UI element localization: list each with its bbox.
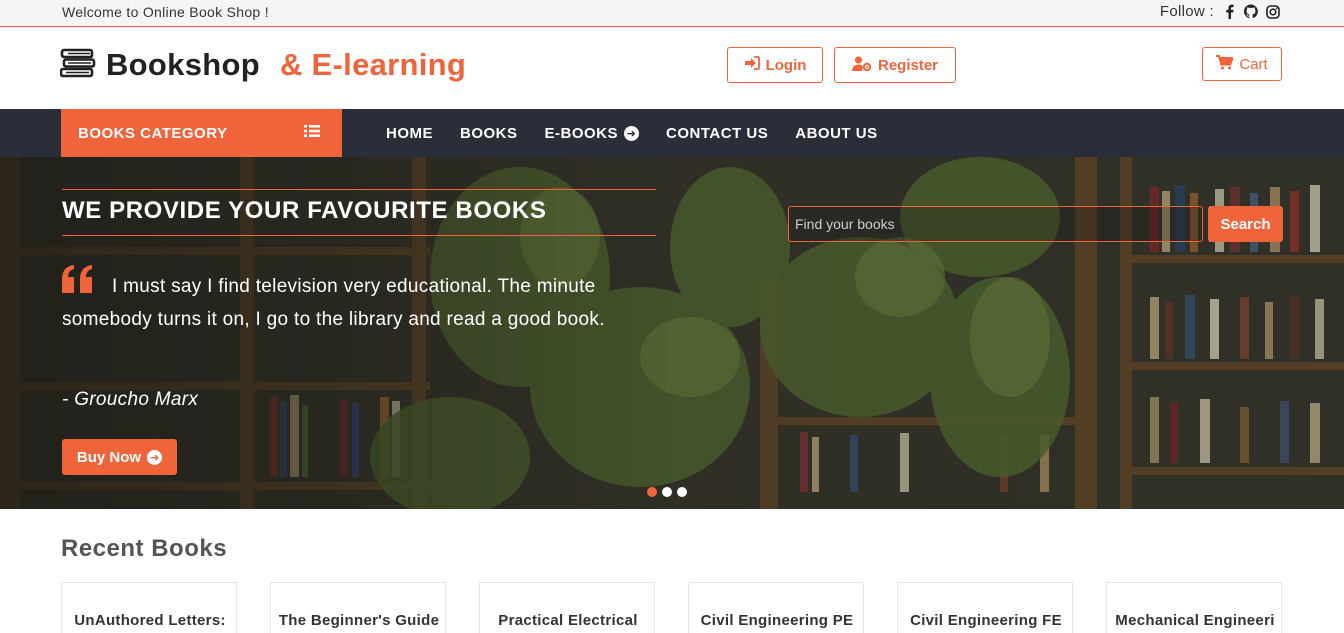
book-card-title[interactable]: Civil Engineering PE	[689, 612, 863, 629]
sign-in-icon	[744, 56, 760, 74]
brand-accent: & E-learning	[279, 47, 467, 82]
top-bar: Welcome to Online Book Shop ! Follow :	[0, 0, 1344, 27]
book-card[interactable]: UnAuthored Letters:	[61, 582, 237, 633]
register-button[interactable]: Register	[834, 47, 956, 83]
login-button[interactable]: Login	[727, 47, 823, 83]
book-card-title[interactable]: Mechanical Engineeri	[1107, 612, 1281, 629]
login-label: Login	[765, 56, 807, 74]
github-icon[interactable]	[1244, 4, 1258, 19]
books-stack-icon	[59, 48, 96, 83]
buy-now-button[interactable]: Buy Now ➜	[62, 439, 177, 475]
arrow-circle-right-icon: ➜	[624, 125, 640, 141]
nav-item-about-us[interactable]: ABOUT US	[795, 125, 877, 142]
book-card[interactable]: Practical Electrical	[479, 582, 655, 633]
slider-dot-3[interactable]	[677, 487, 687, 497]
welcome-text: Welcome to Online Book Shop !	[62, 4, 269, 20]
nav-item-contact-us[interactable]: CONTACT US	[666, 125, 768, 142]
site-logo[interactable]: Bookshop & E-learning	[59, 47, 467, 83]
cart-button[interactable]: Cart	[1202, 47, 1282, 81]
book-card-title[interactable]: UnAuthored Letters:	[62, 612, 236, 629]
hero-title-top-rule	[62, 189, 656, 190]
book-card[interactable]: Mechanical Engineeri	[1106, 582, 1282, 633]
hero-title: WE PROVIDE YOUR FAVOURITE BOOKS	[62, 197, 547, 224]
instagram-icon[interactable]	[1266, 4, 1280, 19]
nav-item-ebooks-label: E-BOOKS	[544, 124, 619, 142]
book-card[interactable]: Civil Engineering FE	[897, 582, 1073, 633]
nav-item-home[interactable]: HOME	[386, 125, 433, 142]
category-label: BOOKS CATEGORY	[78, 124, 228, 142]
facebook-icon[interactable]	[1222, 4, 1236, 19]
nav-menu: HOME BOOKS E-BOOKS ➜ CONTACT US ABOUT US	[386, 109, 878, 157]
site-header: Bookshop & E-learning Login Register Car…	[0, 27, 1344, 109]
cart-label: Cart	[1239, 55, 1268, 73]
buy-now-label: Buy Now	[76, 448, 142, 466]
hero-slider: WE PROVIDE YOUR FAVOURITE BOOKS I must s…	[0, 157, 1344, 509]
list-icon	[304, 124, 320, 138]
arrow-circle-right-icon: ➜	[147, 449, 163, 465]
main-navigation: BOOKS CATEGORY HOME BOOKS E-BOOKS ➜ CONT…	[0, 109, 1344, 157]
book-card[interactable]: Civil Engineering PE	[688, 582, 864, 633]
recent-books-list: UnAuthored Letters: The Beginner's Guide…	[61, 582, 1283, 633]
follow-section: Follow :	[1160, 3, 1280, 20]
follow-label: Follow :	[1159, 3, 1214, 20]
slider-dot-2[interactable]	[662, 487, 672, 497]
shopping-cart-icon	[1216, 54, 1235, 74]
slider-indicators	[647, 487, 687, 497]
recent-books-heading: Recent Books	[61, 535, 228, 562]
book-card-title[interactable]: Practical Electrical	[480, 612, 654, 629]
nav-item-ebooks[interactable]: E-BOOKS ➜	[545, 125, 640, 142]
book-card-title[interactable]: Civil Engineering FE	[898, 612, 1072, 629]
brand-name: Bookshop	[106, 47, 260, 82]
user-cog-icon	[851, 55, 872, 75]
nav-item-books[interactable]: BOOKS	[460, 125, 518, 142]
hero-quote: I must say I find television very educat…	[62, 276, 605, 330]
book-card[interactable]: The Beginner's Guide	[270, 582, 446, 633]
register-label: Register	[877, 56, 939, 74]
books-category-dropdown[interactable]: BOOKS CATEGORY	[61, 109, 342, 157]
slider-dot-1[interactable]	[647, 487, 657, 497]
book-card-title[interactable]: The Beginner's Guide	[271, 612, 445, 629]
search-button[interactable]: Search	[1208, 206, 1283, 242]
book-search-input[interactable]	[788, 206, 1203, 242]
hero-title-bottom-rule	[62, 235, 656, 236]
hero-quote-author: - Groucho Marx	[62, 389, 199, 410]
